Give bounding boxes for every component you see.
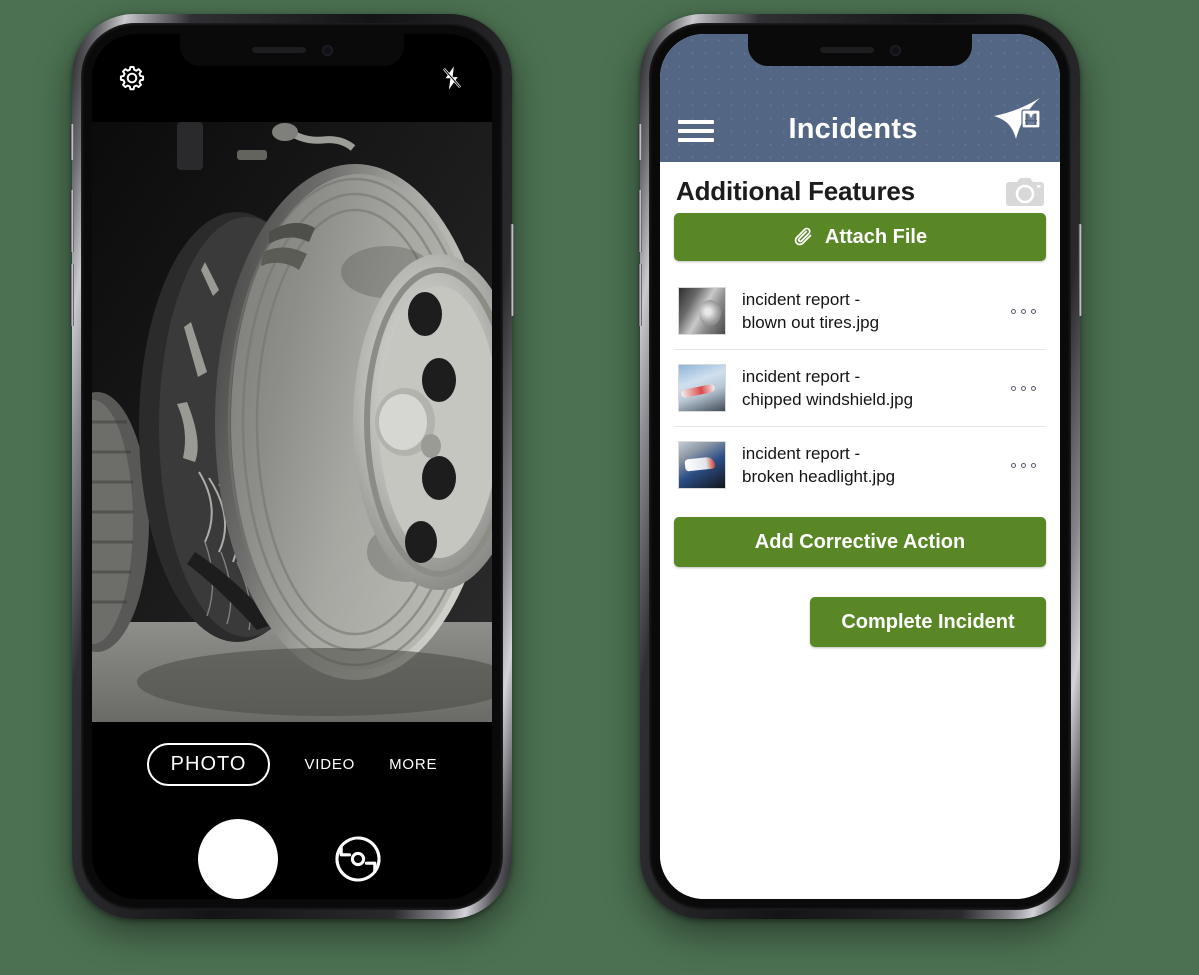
notch-right bbox=[748, 34, 972, 66]
attach-file-label: Attach File bbox=[824, 225, 928, 248]
add-corrective-action-button[interactable]: Add Corrective Action bbox=[674, 517, 1046, 567]
windshield-thumbnail[interactable] bbox=[678, 364, 726, 412]
file-name: incident report - blown out tires.jpg bbox=[742, 288, 1011, 335]
file-name-line2: blown out tires.jpg bbox=[742, 313, 880, 332]
blown-tire-photo bbox=[92, 122, 492, 722]
complete-incident-button[interactable]: Complete Incident bbox=[810, 597, 1046, 647]
earpiece-speaker bbox=[251, 47, 306, 53]
table-row[interactable]: incident report - chipped windshield.jpg bbox=[674, 350, 1046, 427]
attach-file-button[interactable]: Attach File bbox=[674, 213, 1046, 261]
camera-shutter-bar bbox=[92, 804, 492, 899]
app-screen: Incidents Additional Features Attach Fil… bbox=[660, 34, 1060, 899]
file-name: incident report - broken headlight.jpg bbox=[742, 442, 1011, 489]
volume-up-button[interactable] bbox=[70, 190, 74, 252]
page-title: Incidents bbox=[788, 113, 918, 145]
file-name-line2: chipped windshield.jpg bbox=[742, 390, 914, 409]
earpiece-speaker-right bbox=[819, 47, 874, 53]
gear-icon[interactable] bbox=[118, 64, 146, 92]
silent-switch[interactable] bbox=[70, 124, 74, 160]
right-phone-bezel: Incidents Additional Features Attach Fil… bbox=[649, 23, 1071, 910]
left-phone-bezel: PHOTO VIDEO MORE bbox=[81, 23, 503, 910]
right-phone-device: Incidents Additional Features Attach Fil… bbox=[638, 14, 1082, 919]
more-options-icon[interactable] bbox=[1011, 308, 1042, 314]
camera-viewfinder bbox=[92, 122, 492, 722]
more-options-icon[interactable] bbox=[1011, 385, 1042, 391]
file-name: incident report - chipped windshield.jpg bbox=[742, 365, 1011, 412]
headlight-thumbnail[interactable] bbox=[678, 441, 726, 489]
file-name-line2: broken headlight.jpg bbox=[742, 467, 896, 486]
power-button[interactable] bbox=[510, 224, 514, 316]
front-camera-right bbox=[889, 44, 901, 56]
left-phone-device: PHOTO VIDEO MORE bbox=[70, 14, 514, 919]
power-button-right[interactable] bbox=[1078, 224, 1082, 316]
flash-off-icon[interactable] bbox=[438, 64, 466, 92]
hamburger-menu-icon[interactable] bbox=[678, 120, 714, 142]
table-row[interactable]: incident report - broken headlight.jpg bbox=[674, 427, 1046, 503]
attached-files-list: incident report - blown out tires.jpg in… bbox=[674, 273, 1046, 503]
paperclip-icon bbox=[794, 227, 812, 246]
volume-down-button-right[interactable] bbox=[638, 264, 642, 326]
mode-video[interactable]: VIDEO bbox=[304, 756, 355, 773]
file-name-line1: incident report - bbox=[742, 366, 861, 386]
file-name-line1: incident report - bbox=[742, 443, 861, 463]
mode-more[interactable]: MORE bbox=[389, 756, 437, 773]
mode-photo[interactable]: PHOTO bbox=[146, 742, 271, 786]
camera-mode-selector: PHOTO VIDEO MORE bbox=[92, 734, 492, 794]
front-camera bbox=[321, 44, 333, 56]
shutter-button[interactable] bbox=[198, 819, 278, 899]
volume-down-button[interactable] bbox=[70, 264, 74, 326]
app-content: Additional Features Attach File incident… bbox=[660, 162, 1060, 899]
more-options-icon[interactable] bbox=[1011, 462, 1042, 468]
tire-thumbnail[interactable] bbox=[678, 287, 726, 335]
camera-screen: PHOTO VIDEO MORE bbox=[92, 34, 492, 899]
volume-up-button-right[interactable] bbox=[638, 190, 642, 252]
notch bbox=[180, 34, 404, 66]
section-title: Additional Features bbox=[676, 176, 915, 206]
table-row[interactable]: incident report - blown out tires.jpg bbox=[674, 273, 1046, 350]
safety-vest-flag-logo[interactable] bbox=[992, 96, 1042, 142]
flip-camera-icon[interactable] bbox=[330, 831, 386, 887]
section-header: Additional Features bbox=[674, 176, 1046, 213]
file-name-line1: incident report - bbox=[742, 289, 861, 309]
camera-icon[interactable] bbox=[1006, 177, 1044, 207]
silent-switch-right[interactable] bbox=[638, 124, 642, 160]
